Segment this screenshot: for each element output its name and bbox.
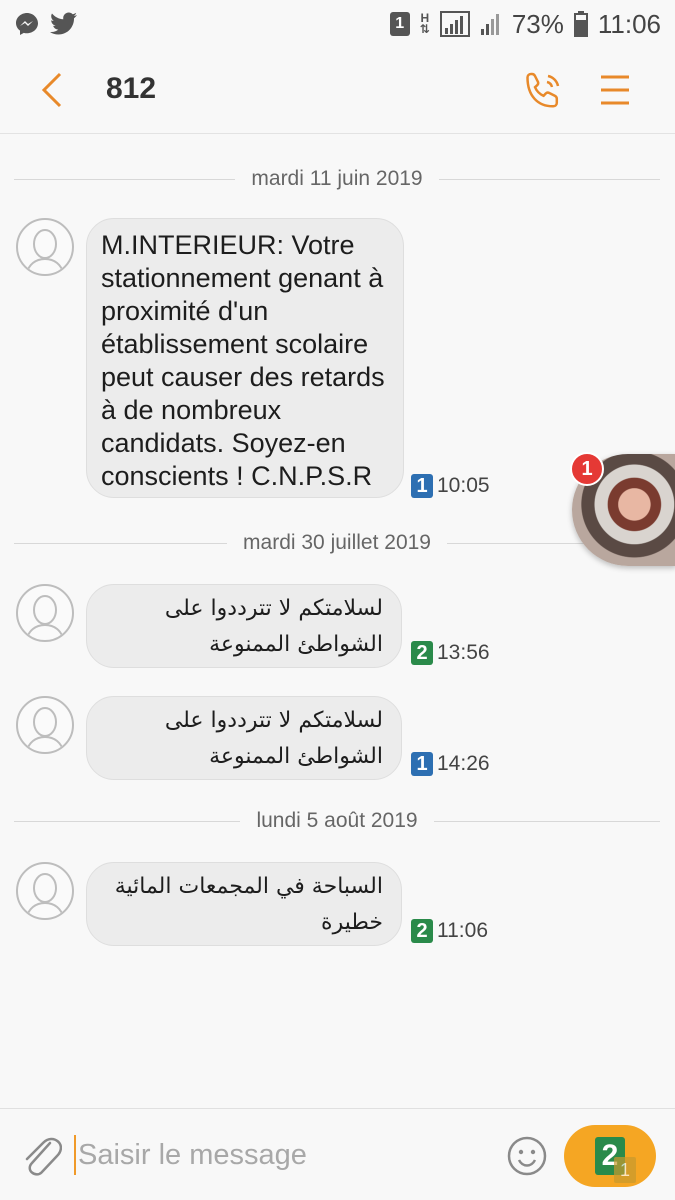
message-time: 10:05 [437, 474, 490, 497]
sim-badge: 1 [411, 474, 433, 498]
date-label: mardi 11 juin 2019 [251, 167, 423, 190]
menu-icon[interactable] [598, 72, 632, 108]
signal-sim2-icon [480, 14, 499, 35]
message-text: السباحة في المجمعات المائية خطيرة [114, 874, 383, 935]
date-separator: mardi 30 juillet 2019 [14, 528, 661, 558]
message-text: لسلامتكم لا تترددوا على الشواطئ الممنوعة [164, 708, 383, 769]
person-icon [25, 595, 65, 640]
date-label: mardi 30 juillet 2019 [243, 531, 431, 554]
message-time: 13:56 [437, 641, 490, 664]
message-meta: 2 11:06 [411, 919, 488, 943]
divider [14, 178, 236, 180]
status-bar: 1 H ⇅ 73% 11:06 [0, 0, 675, 48]
signal-sim1-icon [439, 11, 470, 37]
contact-avatar[interactable] [16, 696, 74, 754]
person-icon [25, 707, 65, 752]
person-icon [25, 873, 65, 918]
phone-icon[interactable] [522, 70, 564, 112]
battery-icon [573, 11, 588, 37]
conversation-header: 812 [0, 48, 675, 134]
sim-badge: 2 [411, 919, 433, 943]
message-bubble[interactable]: M.INTERIEUR: Votre stationnement genant … [86, 218, 404, 498]
send-button[interactable]: 2 1 [564, 1125, 656, 1187]
message-meta: 2 13:56 [411, 641, 490, 665]
contact-avatar[interactable] [16, 218, 74, 276]
smiley-icon[interactable] [506, 1135, 548, 1177]
divider [438, 178, 661, 180]
message-bubble[interactable]: لسلامتكم لا تترددوا على الشواطئ الممنوعة [86, 584, 402, 668]
message-text: M.INTERIEUR: Votre stationnement genant … [101, 230, 385, 491]
message-time: 14:26 [437, 752, 490, 775]
message-time: 11:06 [437, 919, 488, 942]
back-arrow-icon[interactable] [36, 70, 70, 110]
sim-badge: 1 [411, 752, 433, 776]
contact-avatar[interactable] [16, 862, 74, 920]
battery-percent: 73% [511, 8, 564, 39]
status-left-icons [14, 11, 78, 37]
message-text: لسلامتكم لا تترددوا على الشواطئ الممنوعة [164, 596, 383, 657]
divider [14, 820, 241, 822]
compose-bar: 2 1 [0, 1108, 675, 1200]
divider [14, 542, 228, 544]
paperclip-icon[interactable] [20, 1133, 62, 1179]
sim-indicator: 1 [389, 12, 410, 36]
date-separator: lundi 5 août 2019 [14, 806, 661, 836]
divider [433, 820, 661, 822]
contact-title: 812 [106, 72, 157, 105]
contact-avatar[interactable] [16, 584, 74, 642]
message-meta: 1 10:05 [411, 474, 490, 498]
date-separator: mardi 11 juin 2019 [14, 164, 661, 194]
floating-chat-head[interactable]: 1 [570, 452, 675, 568]
message-meta: 1 14:26 [411, 752, 490, 776]
secondary-sim-icon: 1 [614, 1157, 636, 1183]
messenger-icon [16, 13, 38, 35]
twitter-icon [50, 12, 77, 35]
status-time: 11:06 [597, 8, 661, 39]
notification-badge: 1 [570, 452, 604, 486]
person-icon [25, 229, 65, 274]
date-label: lundi 5 août 2019 [256, 809, 418, 832]
message-input[interactable] [74, 1135, 494, 1175]
network-type-indicator: H ⇅ [419, 11, 430, 36]
status-right-icons: 1 H ⇅ 73% 11:06 [389, 8, 661, 40]
message-bubble[interactable]: لسلامتكم لا تترددوا على الشواطئ الممنوعة [86, 696, 402, 780]
message-bubble[interactable]: السباحة في المجمعات المائية خطيرة [86, 862, 402, 946]
sim-badge: 2 [411, 641, 433, 665]
